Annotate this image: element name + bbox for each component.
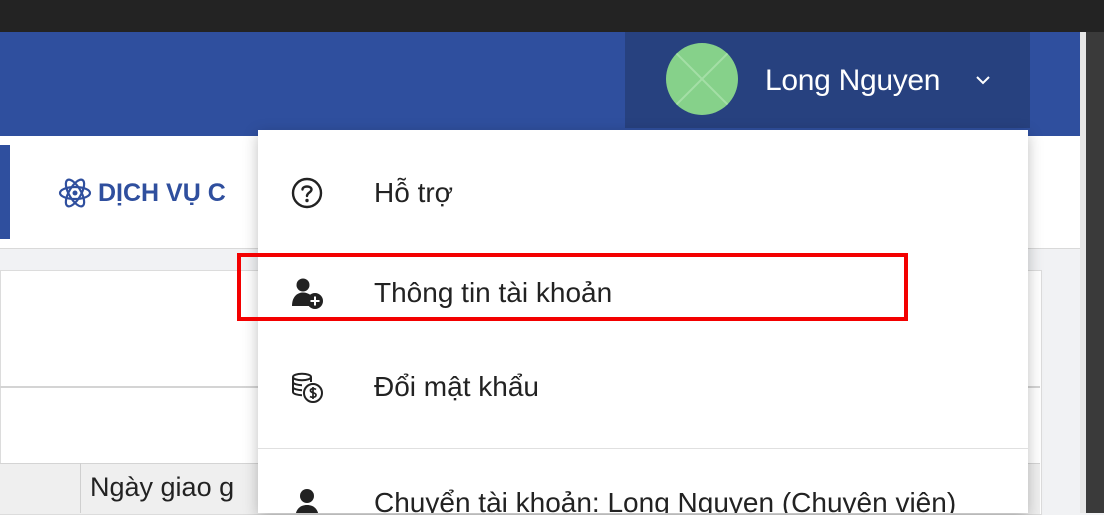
user-dropdown-menu: Hỗ trợ Thông tin tài khoản Đổi mật khẩu [258, 130, 1028, 513]
user-icon [290, 486, 324, 513]
menu-divider [258, 448, 1028, 449]
top-dark-bar [0, 0, 1104, 32]
scrollbar-track[interactable] [1080, 32, 1086, 513]
highlight-annotation [237, 253, 908, 321]
table-column-divider [80, 463, 81, 513]
window-edge [1086, 32, 1104, 513]
user-name[interactable]: Long Nguyen [765, 64, 940, 98]
chevron-down-icon[interactable] [975, 74, 991, 86]
menu-item-change-password[interactable]: Đổi mật khẩu [258, 352, 1028, 422]
active-nav-indicator [0, 145, 10, 239]
coins-icon [290, 370, 324, 404]
avatar[interactable] [666, 43, 738, 115]
nav-item-service[interactable]: DỊCH VỤ C [58, 176, 258, 210]
menu-item-switch-account[interactable]: Chuyển tài khoản: Long Nguyen (Chuyên vi… [258, 468, 1028, 513]
menu-item-switch-account-label: Chuyển tài khoản: Long Nguyen (Chuyên vi… [374, 487, 957, 513]
menu-item-support-label: Hỗ trợ [374, 177, 454, 208]
atom-icon [58, 178, 92, 208]
menu-item-support[interactable]: Hỗ trợ [258, 158, 1028, 228]
question-circle-icon [290, 176, 324, 210]
nav-item-service-label: DỊCH VỤ C [98, 178, 226, 207]
menu-item-change-password-label: Đổi mật khẩu [374, 371, 539, 402]
table-column-date[interactable]: Ngày giao g [90, 472, 234, 503]
avatar-placeholder-icon [666, 43, 738, 115]
